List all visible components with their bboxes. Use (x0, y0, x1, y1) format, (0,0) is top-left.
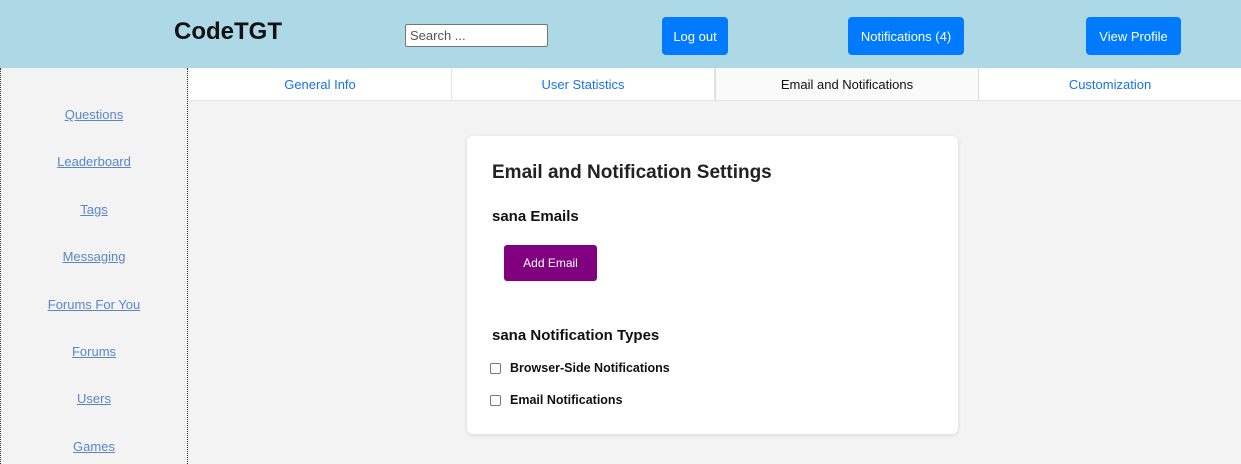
browser-notifications-checkbox[interactable] (490, 362, 501, 374)
sidebar-item-users[interactable]: Users (1, 391, 187, 406)
settings-tabs: General Info User Statistics Email and N… (189, 68, 1241, 101)
browser-notifications-option[interactable]: Browser-Side Notifications (490, 361, 670, 375)
notifications-button[interactable]: Notifications (4) (848, 17, 964, 55)
settings-title: Email and Notification Settings (492, 162, 772, 183)
sidebar-item-messaging[interactable]: Messaging (1, 249, 187, 264)
browser-notifications-label: Browser-Side Notifications (510, 361, 670, 375)
tab-user-statistics[interactable]: User Statistics (452, 68, 715, 100)
sidebar-item-questions[interactable]: Questions (1, 107, 187, 122)
view-profile-button[interactable]: View Profile (1086, 17, 1181, 55)
email-notifications-option[interactable]: Email Notifications (490, 393, 623, 407)
top-header: CodeTGT Log out Notifications (4) View P… (0, 0, 1241, 68)
tab-customization[interactable]: Customization (979, 68, 1241, 100)
email-notification-settings-card: Email and Notification Settings sana Ema… (467, 136, 958, 434)
sidebar: Questions Leaderboard Tags Messaging For… (0, 68, 188, 464)
sidebar-item-forums-for-you[interactable]: Forums For You (1, 297, 187, 312)
email-notifications-checkbox[interactable] (490, 394, 501, 406)
add-email-button[interactable]: Add Email (504, 245, 597, 281)
tab-email-and-notifications[interactable]: Email and Notifications (715, 68, 979, 100)
search-input[interactable] (405, 24, 548, 47)
sidebar-item-leaderboard[interactable]: Leaderboard (1, 154, 187, 169)
notification-types-heading: sana Notification Types (492, 327, 660, 344)
logout-button[interactable]: Log out (662, 17, 728, 55)
tab-general-info[interactable]: General Info (189, 68, 452, 100)
sidebar-item-games[interactable]: Games (1, 439, 187, 454)
emails-heading: sana Emails (492, 208, 579, 225)
sidebar-item-tags[interactable]: Tags (1, 202, 187, 217)
email-notifications-label: Email Notifications (510, 393, 623, 407)
site-logo[interactable]: CodeTGT (174, 18, 282, 46)
sidebar-item-forums[interactable]: Forums (1, 344, 187, 359)
